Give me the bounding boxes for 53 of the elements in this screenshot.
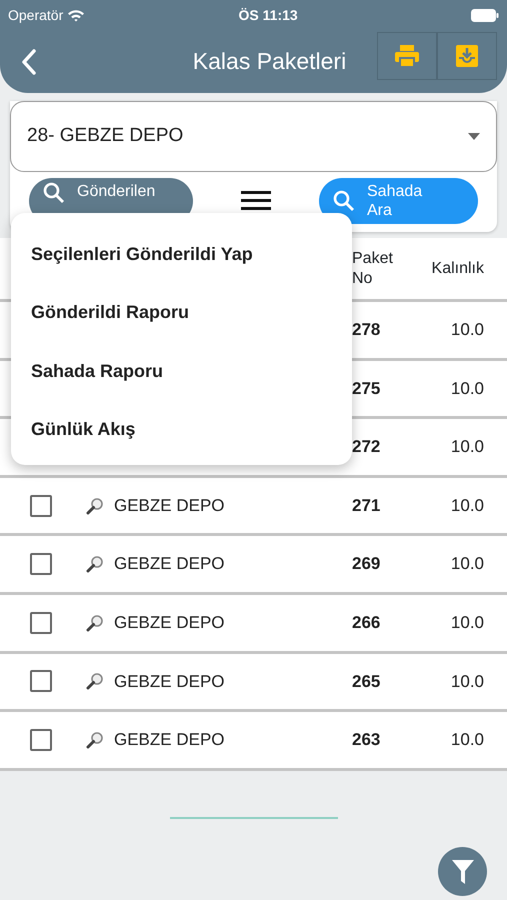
print-button[interactable] [377, 32, 437, 80]
depot-name: GEBZE DEPO [114, 670, 225, 693]
checkbox[interactable] [30, 728, 52, 751]
thickness-value: 10.0 [450, 730, 484, 750]
filter-icon [450, 858, 474, 884]
search-icon [43, 182, 65, 204]
depot-name: GEBZE DEPO [114, 729, 225, 752]
thickness-value: 10.0 [450, 672, 484, 691]
column-header: Kalınlık [432, 260, 484, 276]
download-button[interactable] [437, 32, 497, 80]
magnifier-icon [86, 730, 104, 749]
checkbox[interactable] [30, 670, 52, 692]
depot-name: GEBZE DEPO [114, 553, 225, 576]
caret-icon [468, 133, 480, 140]
screen-title: Kalas Paketleri [192, 48, 346, 74]
magnifier-icon [86, 496, 104, 515]
thickness-value: 10.0 [450, 320, 484, 340]
thickness-value: 10.0 [450, 437, 484, 456]
battery-icon [471, 8, 499, 22]
thickness-value: 10.0 [450, 613, 484, 632]
depot-dropdown[interactable]: 28- GEBZE DEPO [10, 101, 497, 172]
package-number: 265 [352, 672, 380, 691]
filter-button[interactable] [438, 847, 487, 896]
menu-item[interactable]: Gönderildi Raporu [11, 284, 352, 342]
menu-item[interactable]: Seçilenleri Gönderildi Yap [11, 225, 352, 284]
magnifier-icon [86, 672, 104, 690]
magnifier-icon [86, 555, 104, 574]
download-icon [455, 44, 479, 68]
clock-time: ÖS 11:13 [238, 6, 298, 24]
wifi-icon [67, 8, 86, 22]
menu-item[interactable]: Günlük Akış [11, 400, 352, 459]
checkbox[interactable] [30, 553, 52, 576]
package-number: 272 [352, 437, 380, 456]
package-number: 269 [352, 554, 380, 574]
depot-name: GEBZE DEPO [114, 612, 225, 634]
depot-name: GEBZE DEPO [114, 494, 225, 517]
package-number: 266 [352, 613, 380, 632]
checkbox[interactable] [30, 494, 52, 517]
column-header: Paket No [352, 250, 393, 286]
thickness-value: 10.0 [450, 554, 484, 574]
thickness-value: 10.0 [450, 378, 484, 398]
printer-icon [394, 44, 420, 68]
magnifier-icon [86, 614, 104, 632]
menu-button[interactable] [241, 189, 271, 213]
search-icon [333, 190, 355, 212]
package-number: 263 [352, 730, 380, 750]
package-number: 278 [352, 320, 380, 340]
checkbox[interactable] [30, 612, 52, 634]
thickness-value: 10.0 [450, 496, 484, 515]
package-number: 271 [352, 496, 380, 515]
carrier-name: Operatör [8, 6, 64, 25]
menu-item[interactable]: Sahada Raporu [11, 342, 352, 400]
package-number: 275 [352, 378, 380, 398]
